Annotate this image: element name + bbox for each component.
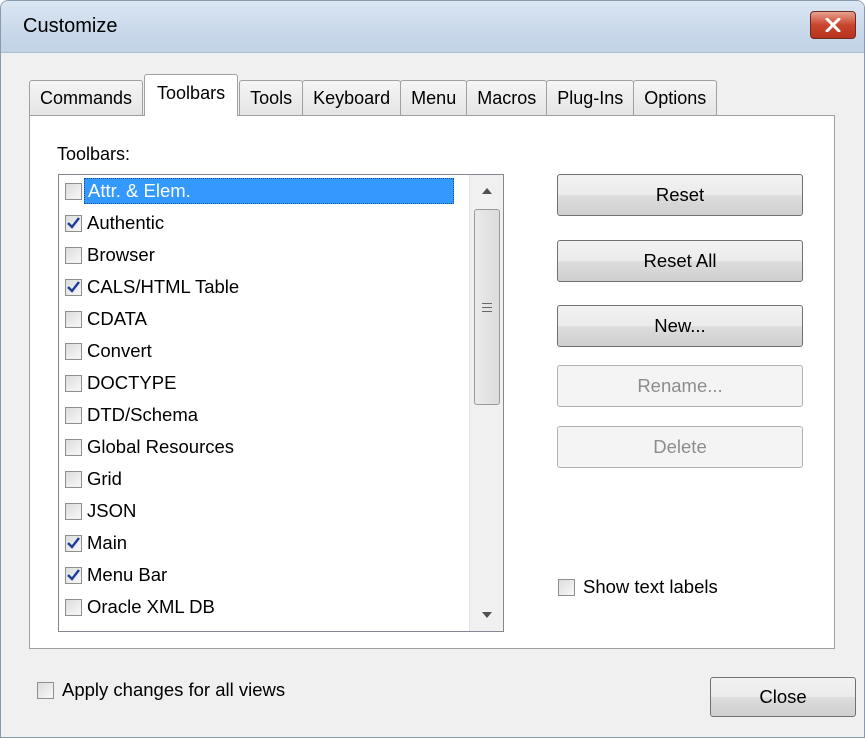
toolbars-label: Toolbars: — [57, 144, 131, 164]
toolbar-item-label: CDATA — [87, 308, 147, 329]
toolbar-checkbox[interactable] — [65, 246, 82, 264]
toolbar-item-label: DTD/Schema — [87, 404, 199, 425]
toolbar-item-label: Grid — [87, 468, 122, 489]
tab-options[interactable]: Options — [633, 80, 718, 116]
toolbar-list-item[interactable]: Attr. & Elem. — [59, 175, 469, 207]
arrow-down-icon — [482, 612, 492, 618]
toolbar-item-label: Authentic — [87, 212, 165, 233]
close-button[interactable]: Close — [710, 677, 856, 717]
show-text-labels-label: Show text labels — [583, 576, 718, 597]
tab-commands[interactable]: Commands — [29, 80, 144, 116]
toolbar-item-label: CALS/HTML Table — [87, 276, 240, 297]
toolbar-list-item[interactable]: DOCTYPE — [59, 367, 469, 399]
scroll-up-button[interactable] — [470, 175, 503, 207]
toolbar-item-label: Attr. & Elem. — [84, 178, 454, 204]
rename-button[interactable]: Rename... — [557, 365, 803, 407]
toolbar-list-item[interactable]: Main — [59, 527, 469, 559]
toolbar-checkbox[interactable] — [65, 470, 82, 488]
toolbar-list-item[interactable]: JSON — [59, 495, 469, 527]
toolbar-list-item[interactable]: Browser — [59, 239, 469, 271]
delete-button[interactable]: Delete — [557, 426, 803, 468]
toolbar-list-item[interactable]: CALS/HTML Table — [59, 271, 469, 303]
toolbar-list-item[interactable]: DTD/Schema — [59, 399, 469, 431]
toolbar-item-label: Menu Bar — [87, 564, 168, 585]
close-icon — [825, 18, 841, 32]
toolbar-list-item[interactable]: Oracle XML DB — [59, 591, 469, 623]
checkmark-icon — [67, 537, 80, 549]
toolbar-checkbox[interactable] — [65, 566, 82, 584]
toolbar-list-item[interactable]: Authentic — [59, 207, 469, 239]
reset-button[interactable]: Reset — [557, 174, 803, 216]
tab-toolbars[interactable]: Toolbars — [144, 74, 239, 116]
scroll-thumb[interactable] — [474, 209, 500, 405]
toolbar-checkbox[interactable] — [65, 278, 82, 296]
toolbar-list-item[interactable]: CDATA — [59, 303, 469, 335]
tab-menu[interactable]: Menu — [400, 80, 468, 116]
toolbar-checkbox[interactable] — [65, 534, 82, 552]
toolbar-item-label: Global Resources — [87, 436, 235, 457]
toolbars-tab-panel: Toolbars: Attr. & Elem. Authentic Browser C… — [29, 115, 835, 649]
apply-all-views-checkbox[interactable] — [37, 681, 54, 699]
tab-keyboard[interactable]: Keyboard — [302, 80, 402, 116]
toolbar-list-item[interactable]: Convert — [59, 335, 469, 367]
tab-strip: Commands Toolbars Tools Keyboard Menu Macros P… — [29, 74, 718, 116]
new-button[interactable]: New... — [557, 305, 803, 347]
toolbar-checkbox[interactable] — [65, 598, 82, 616]
tab-macros[interactable]: Macros — [466, 80, 548, 116]
toolbar-checkbox[interactable] — [65, 182, 82, 200]
tab-tools[interactable]: Tools — [239, 80, 304, 116]
title-bar: Customize — [1, 1, 864, 53]
show-text-labels-checkbox[interactable] — [558, 578, 575, 596]
toolbar-checkbox[interactable] — [65, 310, 82, 328]
apply-all-views-label: Apply changes for all views — [62, 679, 286, 700]
tab-plug-ins[interactable]: Plug-Ins — [546, 80, 635, 116]
checkmark-icon — [67, 217, 80, 229]
toolbar-checkbox[interactable] — [65, 374, 82, 392]
toolbar-checkbox[interactable] — [65, 502, 82, 520]
toolbar-list-item[interactable]: Global Resources — [59, 431, 469, 463]
toolbar-checkbox[interactable] — [65, 406, 82, 424]
reset-all-button[interactable]: Reset All — [557, 240, 803, 282]
toolbar-item-label: Main — [87, 532, 128, 553]
arrow-up-icon — [482, 188, 492, 194]
dialog-body: Commands Toolbars Tools Keyboard Menu Macros P… — [1, 54, 864, 737]
checkmark-icon — [67, 281, 80, 293]
checkmark-icon — [67, 569, 80, 581]
toolbar-item-label: JSON — [87, 500, 137, 521]
customize-dialog: Customize Commands Toolbars Tools Keyboard M… — [0, 0, 865, 738]
toolbar-checkbox[interactable] — [65, 214, 82, 232]
apply-all-views-option[interactable]: Apply changes for all views — [37, 679, 285, 701]
grip-icon — [482, 302, 492, 312]
window-close-button[interactable] — [810, 11, 856, 39]
toolbars-listbox[interactable]: Attr. & Elem. Authentic Browser CALS/HTML T… — [58, 174, 504, 632]
toolbar-item-label: Browser — [87, 244, 155, 265]
scroll-down-button[interactable] — [470, 599, 503, 631]
toolbar-list-item[interactable]: Grid — [59, 463, 469, 495]
dialog-title: Customize — [23, 15, 118, 37]
toolbar-item-label: Convert — [87, 340, 152, 361]
toolbar-checkbox[interactable] — [65, 438, 82, 456]
list-scrollbar[interactable] — [469, 175, 503, 631]
toolbar-list-item[interactable]: Menu Bar — [59, 559, 469, 591]
show-text-labels-option[interactable]: Show text labels — [558, 576, 718, 598]
toolbar-checkbox[interactable] — [65, 342, 82, 360]
toolbars-list: Attr. & Elem. Authentic Browser CALS/HTML T… — [59, 175, 469, 623]
toolbar-item-label: Oracle XML DB — [87, 596, 215, 617]
toolbar-item-label: DOCTYPE — [87, 372, 177, 393]
